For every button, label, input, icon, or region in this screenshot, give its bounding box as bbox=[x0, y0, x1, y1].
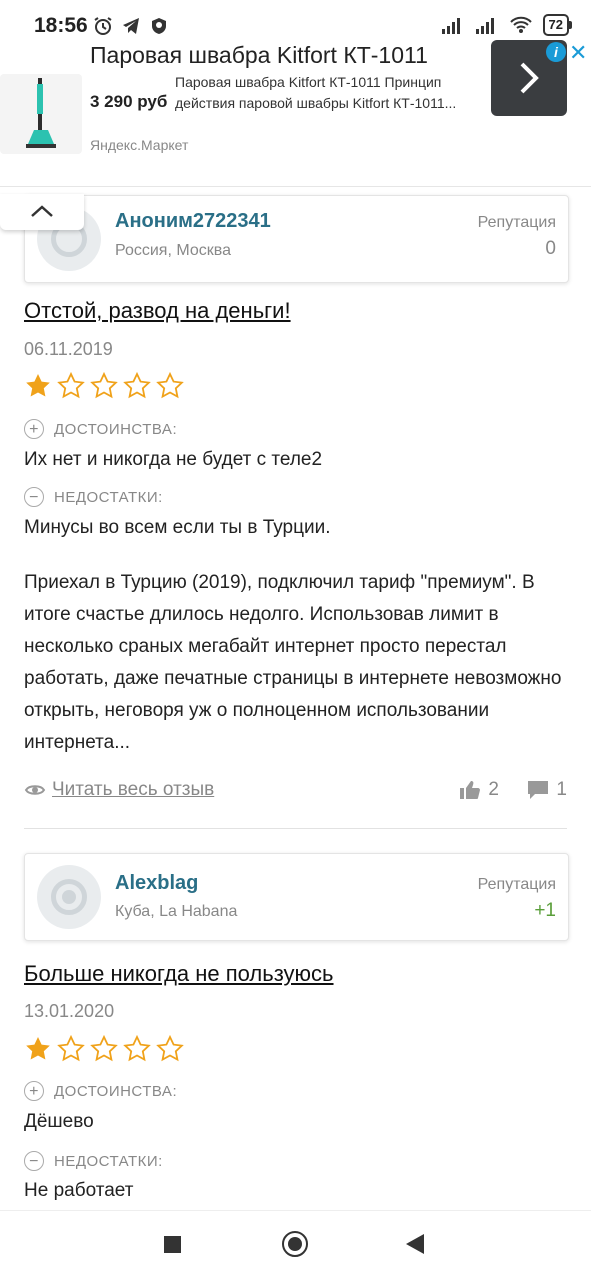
wifi-icon bbox=[509, 16, 532, 33]
reputation-label: Репутация bbox=[477, 214, 556, 231]
star-rating bbox=[24, 372, 184, 400]
reputation-value: +1 bbox=[534, 900, 556, 921]
star-empty-icon bbox=[156, 1035, 184, 1062]
author-location: Куба, La Habana bbox=[115, 903, 238, 920]
pros-label: ДОСТОИНСТВА: bbox=[54, 1082, 178, 1100]
ad-source: Яндекс.Маркет bbox=[90, 137, 189, 153]
star-empty-icon bbox=[90, 372, 118, 399]
eye-icon bbox=[24, 785, 46, 795]
author-location: Россия, Москва bbox=[115, 242, 231, 259]
telegram-icon bbox=[123, 18, 139, 34]
pros-label-row: + ДОСТОИНСТВА: bbox=[24, 1081, 177, 1101]
divider bbox=[24, 828, 567, 829]
cons-text: Не работает bbox=[24, 1180, 134, 1201]
star-filled-icon bbox=[26, 374, 50, 397]
plus-icon: + bbox=[24, 419, 44, 439]
cons-label: НЕДОСТАТКИ: bbox=[54, 1152, 163, 1170]
review-body: Приехал в Турцию (2019), подключил тариф… bbox=[24, 572, 562, 753]
plus-icon: + bbox=[24, 1081, 44, 1101]
ad-description: Паровая швабра Kitfort КТ-1011 Принцип д… bbox=[175, 74, 457, 111]
minus-icon: − bbox=[24, 1151, 44, 1171]
alarm-icon bbox=[94, 17, 112, 35]
divider bbox=[0, 186, 591, 187]
review-date: 06.11.2019 bbox=[24, 339, 113, 359]
reputation-value: 0 bbox=[545, 238, 556, 259]
collapse-ad-button[interactable] bbox=[0, 194, 84, 230]
star-rating bbox=[24, 1035, 184, 1063]
comments-count: 1 bbox=[556, 779, 567, 800]
cons-text: Минусы во всем если ты в Турции. bbox=[24, 517, 331, 538]
star-filled-icon bbox=[26, 1037, 50, 1060]
review-date: 13.01.2020 bbox=[24, 1001, 115, 1021]
ad-price: 3 290 руб bbox=[90, 92, 168, 111]
thumbs-up-icon bbox=[460, 781, 481, 799]
home-icon bbox=[288, 1237, 302, 1251]
star-empty-icon bbox=[57, 1035, 85, 1062]
avatar bbox=[37, 865, 101, 929]
star-empty-icon bbox=[90, 1035, 118, 1062]
signal-icon-2 bbox=[475, 18, 494, 34]
ad-product-image[interactable] bbox=[0, 74, 82, 154]
ad-info-icon[interactable]: i bbox=[546, 42, 566, 62]
reputation-label: Репутация bbox=[477, 876, 556, 893]
author-name[interactable]: Alexblag bbox=[115, 872, 198, 895]
star-empty-icon bbox=[57, 372, 85, 399]
author-name[interactable]: Аноним2722341 bbox=[115, 210, 271, 233]
pros-text: Их нет и никогда не будет с теле2 bbox=[24, 449, 323, 470]
back-button[interactable] bbox=[406, 1234, 424, 1254]
chevron-up-icon bbox=[31, 205, 53, 217]
system-icons: 72 bbox=[441, 14, 573, 36]
read-more-label[interactable]: Читать весь отзыв bbox=[52, 779, 214, 801]
pros-label-row: + ДОСТОИНСТВА: bbox=[24, 419, 177, 439]
battery-icon: 72 bbox=[542, 14, 573, 36]
cons-label: НЕДОСТАТКИ: bbox=[54, 488, 163, 506]
star-empty-icon bbox=[156, 372, 184, 399]
star-empty-icon bbox=[123, 1035, 151, 1062]
author-card[interactable]: Аноним2722341 Россия, Москва Репутация 0 bbox=[24, 195, 569, 283]
like-button[interactable]: 2 bbox=[459, 779, 499, 801]
minus-icon: − bbox=[24, 487, 44, 507]
likes-count: 2 bbox=[488, 779, 499, 800]
shield-app-icon bbox=[152, 18, 166, 34]
comments-button[interactable]: 1 bbox=[527, 779, 567, 801]
ad-title[interactable]: Паровая швабра Kitfort КТ-1011 bbox=[90, 42, 428, 69]
author-card[interactable]: Alexblag Куба, La Habana Репутация +1 bbox=[24, 853, 569, 941]
steam-mop-icon bbox=[26, 78, 56, 148]
signal-icon bbox=[441, 18, 460, 34]
read-more-link[interactable]: Читать весь отзыв bbox=[24, 779, 214, 801]
notification-icons bbox=[93, 16, 169, 36]
comment-icon bbox=[528, 781, 549, 799]
pros-text: Дёшево bbox=[24, 1111, 94, 1132]
review-title[interactable]: Больше никогда не пользуюсь bbox=[24, 961, 334, 987]
cons-label-row: − НЕДОСТАТКИ: bbox=[24, 487, 163, 507]
pros-label: ДОСТОИНСТВА: bbox=[54, 420, 178, 438]
ad-close-icon[interactable]: ✕ bbox=[569, 40, 587, 66]
clock: 18:56 bbox=[34, 14, 88, 37]
review-title[interactable]: Отстой, развод на деньги! bbox=[24, 298, 291, 324]
recents-button[interactable] bbox=[164, 1236, 181, 1253]
cons-label-row: − НЕДОСТАТКИ: bbox=[24, 1151, 163, 1171]
star-empty-icon bbox=[123, 372, 151, 399]
